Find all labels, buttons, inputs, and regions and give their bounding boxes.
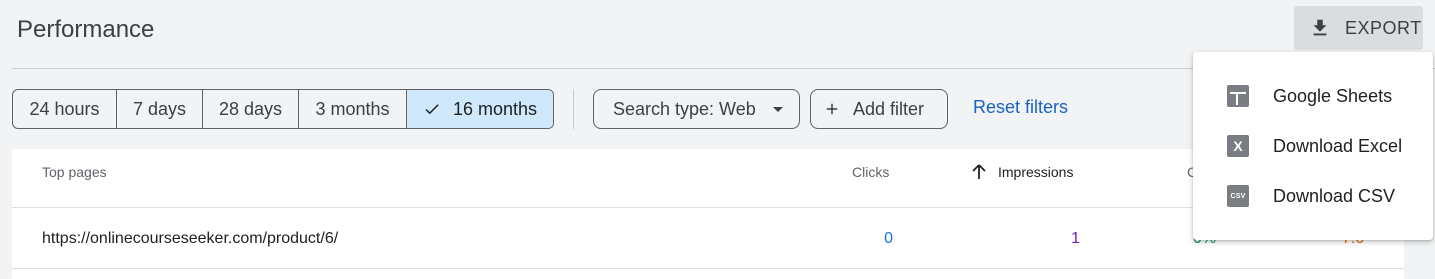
menu-item-label: Google Sheets	[1273, 85, 1393, 106]
search-type-dropdown[interactable]: Search type: Web	[593, 89, 800, 129]
export-google-sheets-item[interactable]: Google Sheets	[1193, 71, 1433, 121]
reset-filters-link[interactable]: Reset filters	[973, 97, 1068, 118]
csv-icon: CSV	[1226, 184, 1250, 208]
table-row-clicks: 0	[884, 230, 893, 247]
date-range-24-hours[interactable]: 24 hours	[13, 90, 117, 128]
export-button[interactable]: EXPORT	[1294, 6, 1423, 50]
column-header-top-pages: Top pages	[42, 164, 107, 180]
add-filter-button[interactable]: Add filter	[810, 89, 948, 129]
table-row-url[interactable]: https://onlinecourseseeker.com/product/6…	[42, 230, 338, 248]
date-range-label: 16 months	[452, 98, 538, 119]
date-range-label: 28 days	[218, 98, 283, 119]
arrow-up-icon	[972, 164, 986, 179]
column-header-clicks[interactable]: Clicks	[852, 164, 889, 180]
add-filter-label: Add filter	[853, 98, 925, 119]
search-type-label: Search type: Web	[613, 98, 756, 119]
filter-separator	[573, 89, 574, 129]
date-range-3-months[interactable]: 3 months	[299, 90, 407, 128]
excel-icon: X	[1226, 134, 1250, 158]
excel-glyph: X	[1227, 135, 1249, 157]
check-icon	[425, 104, 439, 115]
caret-down-icon	[772, 106, 783, 112]
menu-item-label: Download CSV	[1273, 185, 1396, 206]
csv-glyph: CSV	[1227, 185, 1249, 207]
date-range-label: 7 days	[132, 98, 187, 119]
export-menu: Google Sheets X Download Excel CSV Downl…	[1193, 52, 1433, 240]
row-divider	[12, 268, 1404, 269]
date-range-28-days[interactable]: 28 days	[203, 90, 299, 128]
impressions-header-label: Impressions	[998, 164, 1074, 180]
date-range-16-months[interactable]: 16 months	[407, 90, 553, 128]
plus-icon	[826, 103, 838, 115]
export-excel-item[interactable]: X Download Excel	[1193, 121, 1433, 171]
column-header-impressions[interactable]: Impressions	[972, 164, 1073, 180]
menu-item-label: Download Excel	[1273, 135, 1403, 156]
date-range-7-days[interactable]: 7 days	[117, 90, 203, 128]
date-range-label: 3 months	[315, 98, 390, 119]
export-label: EXPORT	[1345, 17, 1422, 38]
table-row-impressions: 1	[1071, 230, 1080, 247]
page-title: Performance	[17, 16, 155, 43]
google-sheets-icon	[1226, 84, 1250, 108]
export-csv-item[interactable]: CSV Download CSV	[1193, 171, 1433, 221]
date-range-label: 24 hours	[29, 98, 100, 119]
date-range-selector: 24 hours 7 days 28 days 3 months 16 mont…	[12, 89, 554, 129]
download-icon	[1313, 19, 1327, 36]
